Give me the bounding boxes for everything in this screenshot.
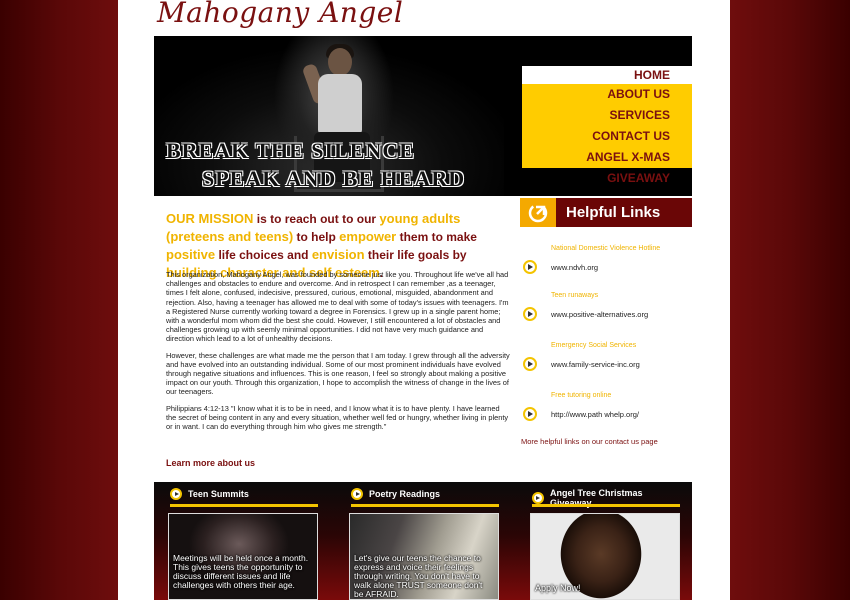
- learn-more-link[interactable]: Learn more about us: [166, 458, 255, 468]
- divider: [170, 504, 318, 507]
- feature-caption: Let's give our teens the chance to expre…: [354, 553, 483, 599]
- nav-about-us[interactable]: ABOUT US: [522, 84, 692, 105]
- hero-headline-1: BREAK THE SILENCE: [166, 138, 415, 163]
- nav-services[interactable]: SERVICES: [522, 105, 692, 126]
- play-icon: [523, 260, 537, 274]
- play-icon: [523, 307, 537, 321]
- more-helpful-links[interactable]: More helpful links on our contact us pag…: [521, 437, 658, 446]
- feature-title[interactable]: Poetry Readings: [369, 489, 440, 499]
- link-category: National Domestic Violence Hotline: [551, 245, 661, 252]
- link-url-positive-alternatives[interactable]: www.positive-alternatives.org: [551, 310, 648, 319]
- page-container: Mahogany Angel BREAK THE SILENCE SPEAK A…: [118, 0, 730, 600]
- about-body: This organization, Mahogany Angel, was f…: [166, 270, 511, 438]
- divider: [532, 504, 680, 507]
- hero-headline-2: SPEAK AND BE HEARD: [202, 166, 466, 191]
- helpful-link-4: Free tutoring online http://www.path whe…: [521, 391, 693, 421]
- features-strip: Teen Summits Meetings will be held once …: [154, 482, 692, 600]
- about-paragraph-1: This organization, Mahogany Angel, was f…: [166, 270, 509, 344]
- feature-poetry-readings: Poetry Readings Let's give our teens the…: [335, 482, 505, 600]
- feature-image[interactable]: Let's give our teens the chance to expre…: [349, 513, 499, 600]
- hero-banner: BREAK THE SILENCE SPEAK AND BE HEARD HOM…: [154, 36, 692, 196]
- link-category: Teen runaways: [551, 292, 599, 299]
- helpful-link-1: National Domestic Violence Hotline www.n…: [521, 244, 693, 274]
- mission-label: OUR MISSION: [166, 211, 254, 226]
- helpful-link-2: Teen runaways www.positive-alternatives.…: [521, 291, 693, 321]
- feature-image[interactable]: Apply Now!: [530, 513, 680, 600]
- feature-teen-summits: Teen Summits Meetings will be held once …: [154, 482, 324, 600]
- play-icon: [523, 357, 537, 371]
- helpful-links-title: Helpful Links: [566, 204, 661, 221]
- play-icon: [523, 407, 537, 421]
- link-url-family-service[interactable]: www.family-service-inc.org: [551, 360, 640, 369]
- about-paragraph-2: However, these challenges are what made …: [166, 350, 510, 397]
- link-category: Free tutoring online: [551, 392, 612, 399]
- play-icon: [351, 488, 363, 500]
- link-url-ndvh[interactable]: www.ndvh.org: [551, 263, 598, 272]
- arrow-circle-icon: [520, 198, 556, 227]
- feature-angel-tree: Angel Tree Christmas Giveaway Apply Now!: [516, 482, 686, 600]
- helpful-link-3: Emergency Social Services www.family-ser…: [521, 341, 693, 371]
- divider: [351, 504, 499, 507]
- link-category: Emergency Social Services: [551, 342, 637, 349]
- feature-caption: Meetings will be held once a month. This…: [173, 553, 309, 590]
- play-icon: [532, 492, 544, 504]
- nav-home[interactable]: HOME: [522, 66, 692, 84]
- feature-title[interactable]: Teen Summits: [188, 489, 249, 499]
- feature-caption: Apply Now!: [535, 583, 581, 593]
- site-logo[interactable]: Mahogany Angel: [157, 0, 403, 29]
- play-icon: [170, 488, 182, 500]
- nav-contact-us[interactable]: CONTACT US: [522, 126, 692, 147]
- helpful-links-header: Helpful Links: [520, 198, 692, 227]
- main-nav: HOME ABOUT US SERVICES CONTACT US ANGEL …: [522, 66, 692, 185]
- scripture-quote: Philippians 4:12-13 "I know what it is t…: [166, 403, 509, 432]
- link-url-pathwhelp[interactable]: http://www.path whelp.org/: [551, 410, 639, 419]
- nav-angel-xmas-giveaway[interactable]: ANGEL X-MAS GIVEAWAY: [522, 147, 692, 185]
- feature-image[interactable]: Meetings will be held once a month. This…: [168, 513, 318, 600]
